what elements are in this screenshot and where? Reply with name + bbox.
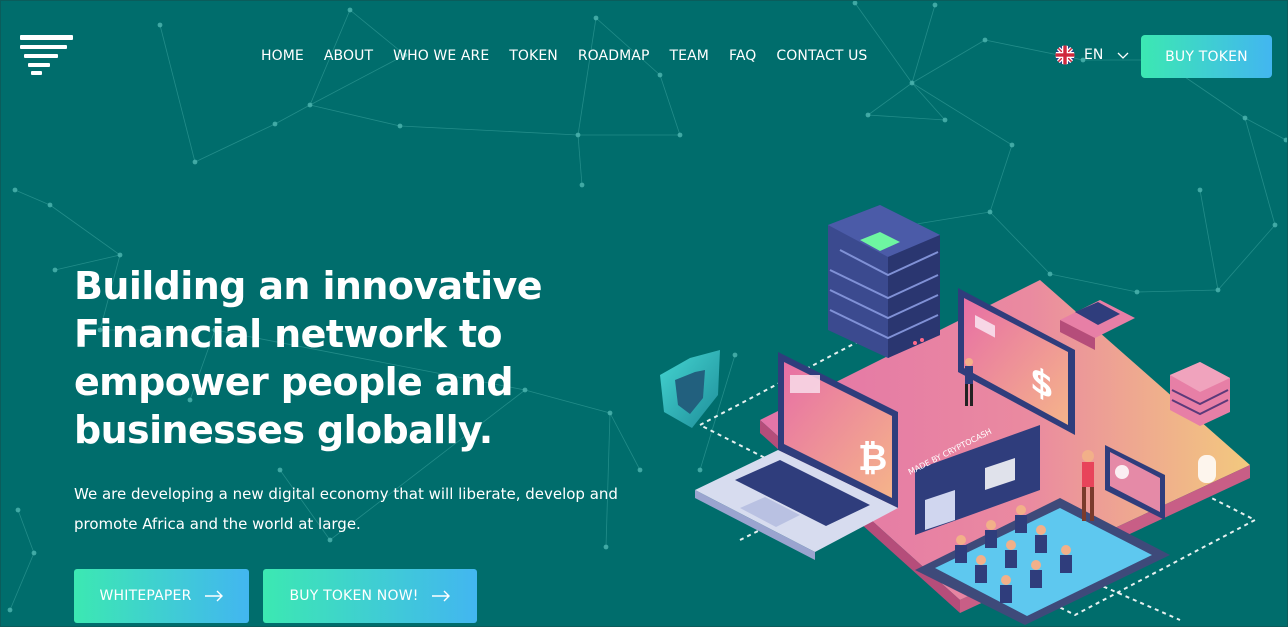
arrow-right-icon [431, 590, 450, 602]
network-node [677, 132, 683, 138]
network-line [1244, 117, 1287, 141]
network-node [1283, 137, 1288, 143]
network-node [307, 102, 313, 108]
arrow-right-icon [204, 590, 223, 602]
network-node [157, 22, 163, 28]
network-node [192, 159, 198, 165]
network-node [47, 202, 53, 208]
main-nav: HOME ABOUT WHO WE ARE TOKEN ROADMAP TEAM… [251, 44, 877, 68]
network-node [7, 607, 13, 613]
network-node [982, 37, 988, 43]
network-node [12, 187, 18, 193]
nav-home[interactable]: HOME [251, 44, 314, 68]
nav-team[interactable]: TEAM [660, 44, 719, 68]
network-line [49, 204, 121, 256]
network-line [577, 17, 597, 136]
network-line [194, 123, 276, 163]
network-node [347, 7, 353, 13]
network-node [272, 121, 278, 127]
network-node [579, 182, 585, 188]
network-node [932, 2, 938, 8]
network-line [659, 74, 681, 136]
bitcoin-symbol: ₿ [858, 438, 887, 479]
nav-who-we-are[interactable]: WHO WE ARE [383, 44, 499, 68]
nav-roadmap[interactable]: ROADMAP [568, 44, 660, 68]
network-line [577, 134, 583, 186]
network-node [603, 544, 609, 550]
network-node [657, 72, 663, 78]
nav-token[interactable]: TOKEN [499, 44, 568, 68]
nav-about[interactable]: ABOUT [314, 44, 383, 68]
network-node [865, 112, 871, 118]
network-line [609, 412, 641, 471]
network-node [909, 80, 915, 86]
network-line [17, 509, 35, 554]
network-node [593, 15, 599, 21]
network-node [1242, 115, 1248, 121]
network-node [607, 410, 613, 416]
whitepaper-label: WHITEPAPER [99, 588, 192, 604]
network-node [277, 467, 283, 473]
network-line [867, 82, 913, 116]
server-stack [828, 205, 940, 358]
hero-subtitle: We are developing a new digital economy … [74, 485, 618, 533]
network-node [852, 0, 858, 6]
network-node [397, 123, 403, 129]
network-node [52, 267, 58, 273]
language-selector[interactable]: EN [1055, 45, 1130, 65]
network-node [117, 252, 123, 258]
language-label: EN [1084, 47, 1104, 63]
nav-contact-us[interactable]: CONTACT US [766, 44, 877, 68]
network-node [15, 507, 21, 513]
shield-icon [660, 350, 720, 428]
network-node [1197, 187, 1203, 193]
logo-icon[interactable] [19, 35, 75, 77]
network-line [9, 552, 35, 611]
buy-token-button[interactable]: BUY TOKEN [1141, 35, 1272, 78]
network-line [14, 189, 51, 206]
network-line [867, 114, 946, 121]
network-line [911, 82, 946, 121]
isometric-fintech-illustration: $ ₿ MADE BY CRYPTOCASH [660, 205, 1258, 625]
nav-faq[interactable]: FAQ [719, 44, 766, 68]
network-line [399, 125, 579, 136]
network-line [911, 82, 1013, 146]
network-node [1009, 142, 1015, 148]
network-node [942, 117, 948, 123]
network-line [854, 2, 913, 84]
network-line [309, 104, 401, 127]
whitepaper-button[interactable]: WHITEPAPER [74, 569, 249, 623]
buy-token-now-button[interactable]: BUY TOKEN NOW! [263, 569, 477, 623]
uk-flag-icon [1055, 45, 1075, 65]
network-node [31, 550, 37, 556]
hero-title: Building an innovative Financial network… [74, 264, 542, 452]
chevron-down-icon [1117, 52, 1129, 59]
network-line [274, 104, 311, 125]
buy-token-now-label: BUY TOKEN NOW! [289, 588, 419, 604]
network-node [575, 132, 581, 138]
network-line [159, 24, 196, 163]
